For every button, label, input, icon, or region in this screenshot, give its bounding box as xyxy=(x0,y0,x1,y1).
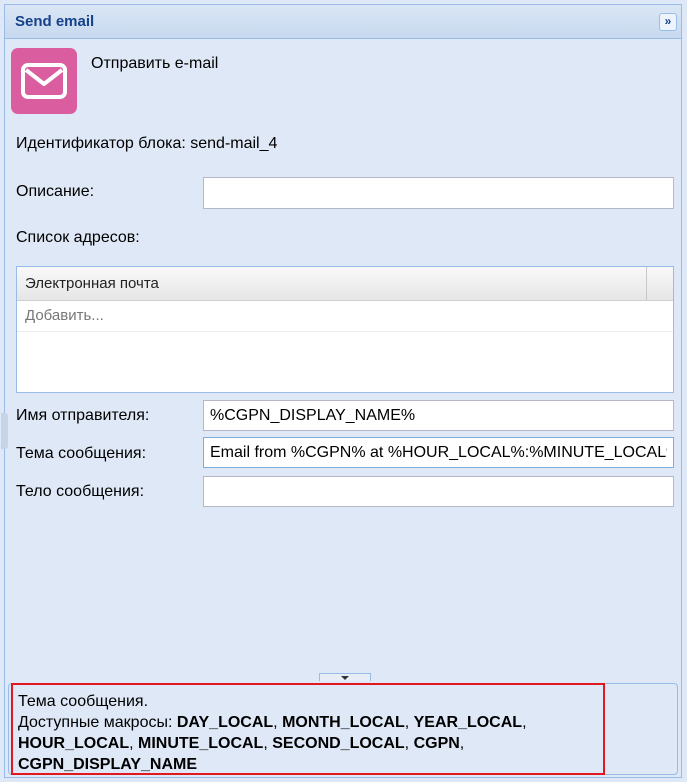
panel-title: Send email xyxy=(15,13,95,30)
help-title: Тема сообщения. xyxy=(18,693,149,710)
body-input[interactable] xyxy=(203,476,674,507)
description-label: Описание: xyxy=(16,183,95,200)
macro-name: CGPN xyxy=(413,735,460,752)
macro-name: MONTH_LOCAL xyxy=(282,714,405,731)
panel-header: Send email » xyxy=(5,5,681,39)
help-text-box: Тема сообщения. Доступные макросы: DAY_L… xyxy=(11,683,605,775)
macros-prefix: Доступные макросы: xyxy=(18,714,177,731)
side-resize-handle[interactable] xyxy=(1,413,8,449)
description-input[interactable] xyxy=(203,177,674,209)
add-address-row[interactable]: Добавить... xyxy=(17,301,673,332)
sender-name-input[interactable] xyxy=(203,400,674,431)
email-column-header[interactable]: Электронная почта xyxy=(25,275,159,292)
macro-name: SECOND_LOCAL xyxy=(272,735,405,752)
subject-input[interactable] xyxy=(203,437,674,468)
envelope-icon xyxy=(11,48,77,114)
sender-name-label: Имя отправителя: xyxy=(16,407,150,424)
block-id-label: Идентификатор блока: send-mail_4 xyxy=(16,135,278,152)
address-list-label: Список адресов: xyxy=(16,229,140,246)
grid-header: Электронная почта xyxy=(17,267,673,301)
macro-name: MINUTE_LOCAL xyxy=(138,735,264,752)
macro-name: YEAR_LOCAL xyxy=(413,714,523,731)
chevron-down-icon xyxy=(341,676,349,680)
send-email-panel: Send email » Отправить e-mail Идентифика… xyxy=(1,4,682,778)
help-splitter[interactable] xyxy=(319,673,371,681)
subject-label: Тема сообщения: xyxy=(16,445,147,462)
help-macros: Доступные макросы: DAY_LOCAL, MONTH_LOCA… xyxy=(18,714,527,773)
macro-name: DAY_LOCAL xyxy=(176,714,274,731)
column-separator xyxy=(646,267,647,300)
body-label: Тело сообщения: xyxy=(16,483,145,500)
add-address-placeholder[interactable]: Добавить... xyxy=(25,307,104,324)
block-type-title: Отправить e-mail xyxy=(91,55,219,72)
collapse-panel-button[interactable]: » xyxy=(659,13,677,31)
macro-name: CGPN_DISPLAY_NAME xyxy=(18,756,198,773)
macro-name: HOUR_LOCAL xyxy=(18,735,130,752)
address-grid: Электронная почта Добавить... xyxy=(16,266,674,393)
